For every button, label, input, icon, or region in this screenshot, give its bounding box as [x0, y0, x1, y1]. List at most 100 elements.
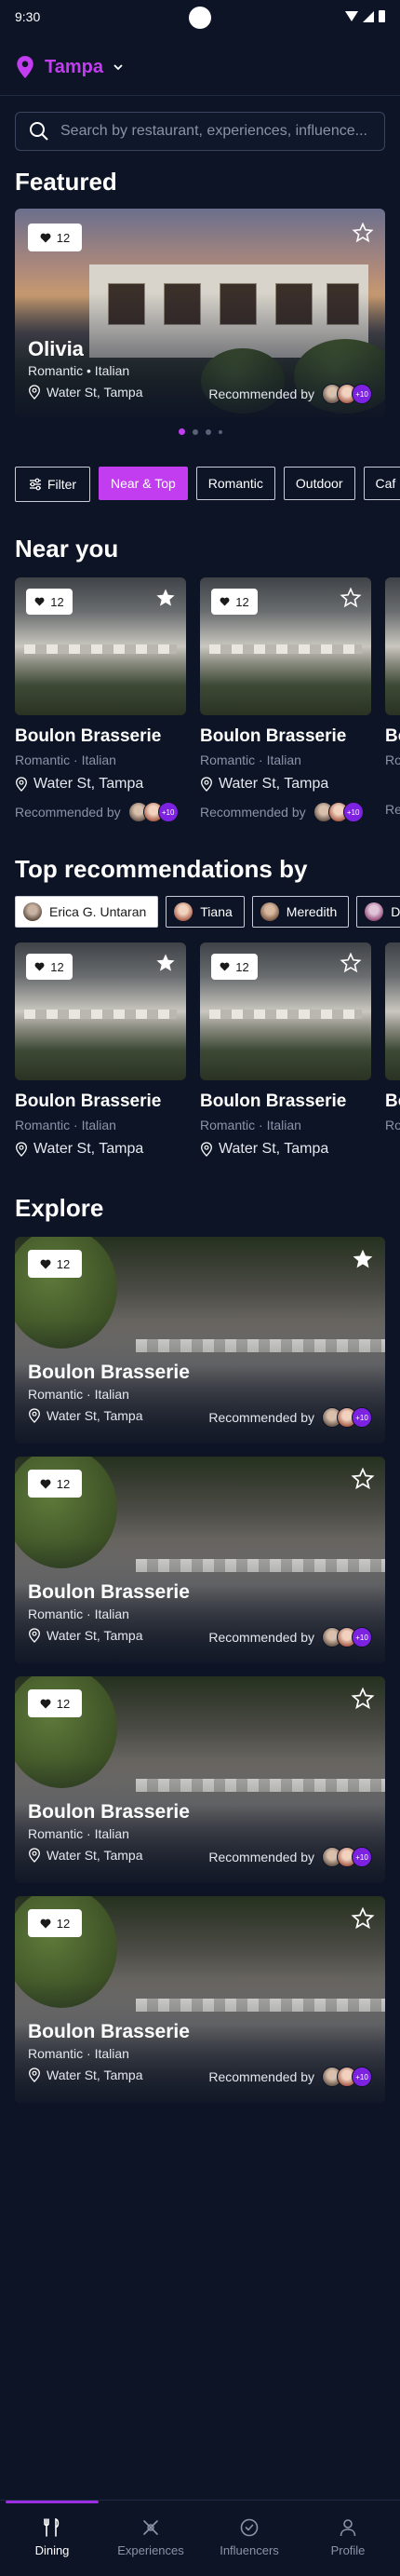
chip-near-top[interactable]: Near & Top [99, 467, 188, 500]
like-count: 12 [56, 1476, 71, 1491]
restaurant-card-photo[interactable] [385, 577, 400, 715]
recommended-by[interactable]: Recommended by +10 [15, 802, 179, 822]
recommended-by-label: Recommended by [208, 386, 314, 401]
favorite-button[interactable] [350, 220, 376, 246]
star-outline-icon [351, 1687, 375, 1710]
recommender-avatars: +10 [127, 802, 179, 822]
influencer-chip-tiana[interactable]: Tiana [166, 896, 245, 928]
explore-card[interactable]: 12 Boulon Brasserie Romantic · Italian W… [15, 1457, 385, 1663]
explore-card[interactable]: 12 Boulon Brasserie Romantic · Italian W… [15, 1237, 385, 1444]
filter-button[interactable]: Filter [15, 467, 90, 502]
restaurant-tags: Romantic · Italian [200, 1118, 301, 1132]
location-pin-icon [201, 1142, 212, 1157]
star-outline-icon [340, 587, 362, 608]
chip-romantic[interactable]: Romantic [195, 467, 275, 500]
restaurant-location: Water St, Tampa [28, 1848, 142, 1863]
awning-decor [24, 1010, 177, 1019]
recommended-by[interactable]: Recommended by +10 [208, 1627, 372, 1647]
influencer-chip-di[interactable]: Di [356, 896, 400, 928]
carousel-dot[interactable] [218, 429, 222, 434]
awning-decor [209, 644, 362, 654]
recommended-by-label: Recommended by [208, 1410, 314, 1425]
featured-card[interactable]: 12 Olivia Romantic • Italian Water St, T… [15, 209, 385, 417]
favorite-button[interactable] [338, 950, 364, 976]
like-count: 12 [50, 959, 64, 974]
avatar [23, 902, 42, 921]
favorite-button[interactable] [350, 1905, 376, 1932]
restaurant-card-photo[interactable]: 12 [15, 942, 186, 1080]
nav-item-dining[interactable]: Dining [3, 2517, 101, 2557]
like-count-badge[interactable]: 12 [211, 954, 258, 980]
restaurant-card-photo[interactable]: 12 [200, 942, 371, 1080]
recommended-by[interactable]: Recommended by +10 [208, 2067, 372, 2087]
restaurant-card-photo[interactable]: 12 [200, 577, 371, 715]
search-bar[interactable] [15, 112, 385, 151]
like-count-badge[interactable]: 12 [26, 954, 73, 980]
like-count-badge[interactable]: 12 [28, 1470, 82, 1498]
location-pin-icon [29, 1408, 40, 1423]
section-title-near-you: Near you [15, 535, 119, 563]
recommended-by[interactable]: Recommended by +10 [208, 1847, 372, 1867]
restaurant-name: Olivia [28, 337, 84, 360]
recommended-by[interactable]: Recommended by +10 [208, 1407, 372, 1428]
carousel-dots[interactable] [0, 428, 400, 435]
city-selector[interactable]: Tampa [15, 48, 124, 86]
status-time: 9:30 [15, 9, 41, 24]
influencer-chip-meredith[interactable]: Meredith [251, 896, 350, 928]
restaurant-name[interactable]: Bo [385, 1091, 400, 1112]
chip-outdoor[interactable]: Outdoor [283, 467, 355, 500]
restaurant-name[interactable]: Boulon Brasserie [15, 1091, 161, 1112]
influencer-name: Erica G. Untaran [49, 904, 147, 919]
nav-item-profile[interactable]: Profile [299, 2517, 397, 2557]
favorite-button[interactable] [350, 1686, 376, 1712]
wifi-icon [345, 11, 358, 21]
favorite-button[interactable] [350, 1246, 376, 1272]
chip-cafe[interactable]: Caf [363, 467, 400, 500]
experiences-icon [143, 2520, 158, 2535]
location-pin-icon [16, 1142, 27, 1157]
recommender-avatars: +10 [322, 1407, 372, 1428]
heart-icon [34, 962, 45, 971]
heart-icon [40, 1259, 51, 1268]
restaurant-name[interactable]: Bo [385, 726, 400, 747]
location-pin-icon [16, 777, 27, 792]
restaurant-name[interactable]: Boulon Brasserie [200, 726, 346, 747]
like-count-badge[interactable]: 12 [28, 224, 82, 251]
location-text: Water St, Tampa [47, 2068, 143, 2082]
restaurant-name[interactable]: Boulon Brasserie [15, 726, 161, 747]
star-outline-icon [351, 1906, 375, 1930]
like-count: 12 [56, 1916, 71, 1931]
like-count-badge[interactable]: 12 [211, 589, 258, 615]
influencer-chip-erica[interactable]: Erica G. Untaran [15, 896, 159, 928]
like-count-badge[interactable]: 12 [28, 1689, 82, 1717]
nav-item-experiences[interactable]: Experiences [101, 2517, 200, 2557]
location-pin-icon [29, 385, 40, 400]
carousel-dot[interactable] [192, 428, 198, 435]
favorite-button[interactable] [153, 585, 179, 611]
location-pin-icon [29, 2068, 40, 2082]
nav-label: Dining [34, 2543, 70, 2557]
restaurant-card-photo[interactable] [385, 942, 400, 1080]
search-input[interactable] [60, 123, 371, 140]
favorite-button[interactable] [153, 950, 179, 976]
like-count-badge[interactable]: 12 [28, 1909, 82, 1937]
recommended-by[interactable]: Recommended by +10 [200, 802, 364, 822]
recommended-by[interactable]: Recommended by +10 [208, 384, 372, 404]
restaurant-location: Water St, Tampa [28, 1408, 142, 1423]
restaurant-tags: Romantic • Italian [28, 363, 130, 378]
carousel-dot[interactable] [178, 428, 185, 435]
like-count-badge[interactable]: 12 [28, 1250, 82, 1278]
explore-card[interactable]: 12 Boulon Brasserie Romantic · Italian W… [15, 1676, 385, 1883]
carousel-dot[interactable] [205, 428, 211, 435]
like-count-badge[interactable]: 12 [26, 589, 73, 615]
favorite-button[interactable] [338, 585, 364, 611]
restaurant-card-photo[interactable]: 12 [15, 577, 186, 715]
restaurant-name[interactable]: Boulon Brasserie [200, 1091, 346, 1112]
favorite-button[interactable] [350, 1466, 376, 1492]
more-recommenders-badge: +10 [352, 2067, 372, 2087]
restaurant-location: Water St, Tampa [200, 1141, 328, 1158]
nav-label: Profile [330, 2543, 366, 2557]
explore-card[interactable]: 12 Boulon Brasserie Romantic · Italian W… [15, 1896, 385, 2103]
restaurant-tags: Romantic · Italian [28, 1387, 129, 1402]
nav-item-influencers[interactable]: Influencers [200, 2517, 299, 2557]
